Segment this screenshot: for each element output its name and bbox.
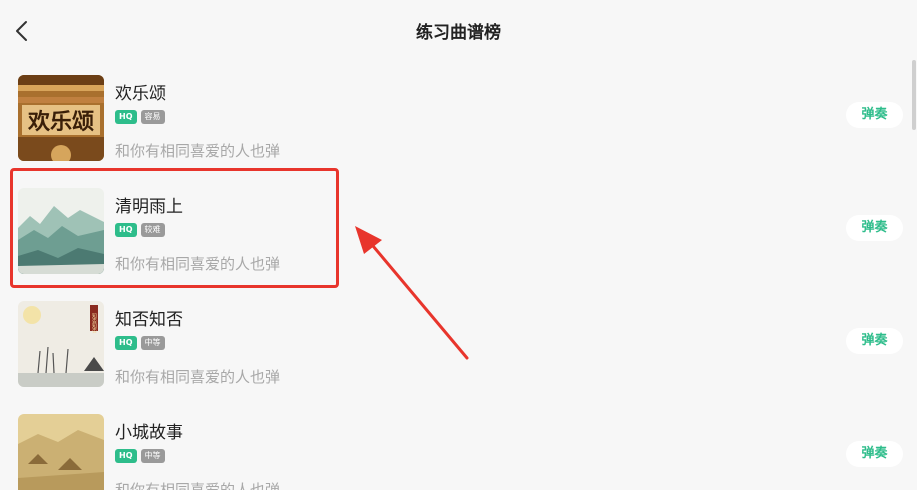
song-title: 小城故事 — [115, 423, 183, 443]
cover-image-landscape — [18, 188, 104, 274]
song-title: 知否知否 — [115, 310, 183, 330]
cover-seal-text: 知否知否 — [91, 312, 97, 334]
song-row[interactable]: 小城故事 HQ 中等 和你有相同喜爱的人也弹 弹奏 — [0, 401, 917, 490]
song-badges: HQ 中等 — [115, 336, 165, 350]
play-button[interactable]: 弹奏 — [846, 102, 903, 128]
cover-title-text: 欢乐颂 — [27, 109, 94, 135]
song-badges: HQ 较难 — [115, 223, 165, 237]
song-row[interactable]: 清明雨上 HQ 较难 和你有相同喜爱的人也弹 弹奏 — [0, 175, 917, 288]
song-description: 和你有相同喜爱的人也弹 — [115, 481, 281, 490]
hq-badge: HQ — [115, 223, 137, 237]
difficulty-badge: 中等 — [140, 336, 165, 350]
song-list: 欢乐颂 欢乐颂 HQ 容易 和你有相同喜爱的人也弹 弹奏 清明雨上 HQ 较难 和你… — [0, 62, 917, 490]
song-row[interactable]: 欢乐颂 欢乐颂 HQ 容易 和你有相同喜爱的人也弹 弹奏 — [0, 62, 917, 175]
cover-image-town — [18, 414, 104, 490]
song-title: 欢乐颂 — [115, 84, 166, 104]
song-cover: 知否知否 — [18, 301, 104, 387]
song-cover — [18, 414, 104, 490]
song-cover: 欢乐颂 — [18, 75, 104, 161]
hq-badge: HQ — [115, 449, 137, 463]
song-badges: HQ 中等 — [115, 449, 165, 463]
hq-badge: HQ — [115, 110, 137, 124]
play-button[interactable]: 弹奏 — [846, 441, 903, 467]
difficulty-badge: 较难 — [140, 223, 165, 237]
scrollbar[interactable] — [912, 60, 916, 130]
song-description: 和你有相同喜爱的人也弹 — [115, 255, 281, 273]
cover-image-lake: 知否知否 — [18, 301, 104, 387]
play-button[interactable]: 弹奏 — [846, 328, 903, 354]
song-cover — [18, 188, 104, 274]
cover-image-ode-to-joy: 欢乐颂 — [18, 75, 104, 161]
hq-badge: HQ — [115, 336, 137, 350]
song-description: 和你有相同喜爱的人也弹 — [115, 368, 281, 386]
page-title: 练习曲谱榜 — [416, 23, 501, 43]
song-row[interactable]: 知否知否 知否知否 HQ 中等 和你有相同喜爱的人也弹 弹奏 — [0, 288, 917, 401]
song-badges: HQ 容易 — [115, 110, 165, 124]
header-bar: 练习曲谱榜 — [0, 0, 917, 62]
play-button[interactable]: 弹奏 — [846, 215, 903, 241]
song-description: 和你有相同喜爱的人也弹 — [115, 142, 281, 160]
difficulty-badge: 中等 — [140, 449, 165, 463]
song-title: 清明雨上 — [115, 197, 183, 217]
difficulty-badge: 容易 — [140, 110, 165, 124]
